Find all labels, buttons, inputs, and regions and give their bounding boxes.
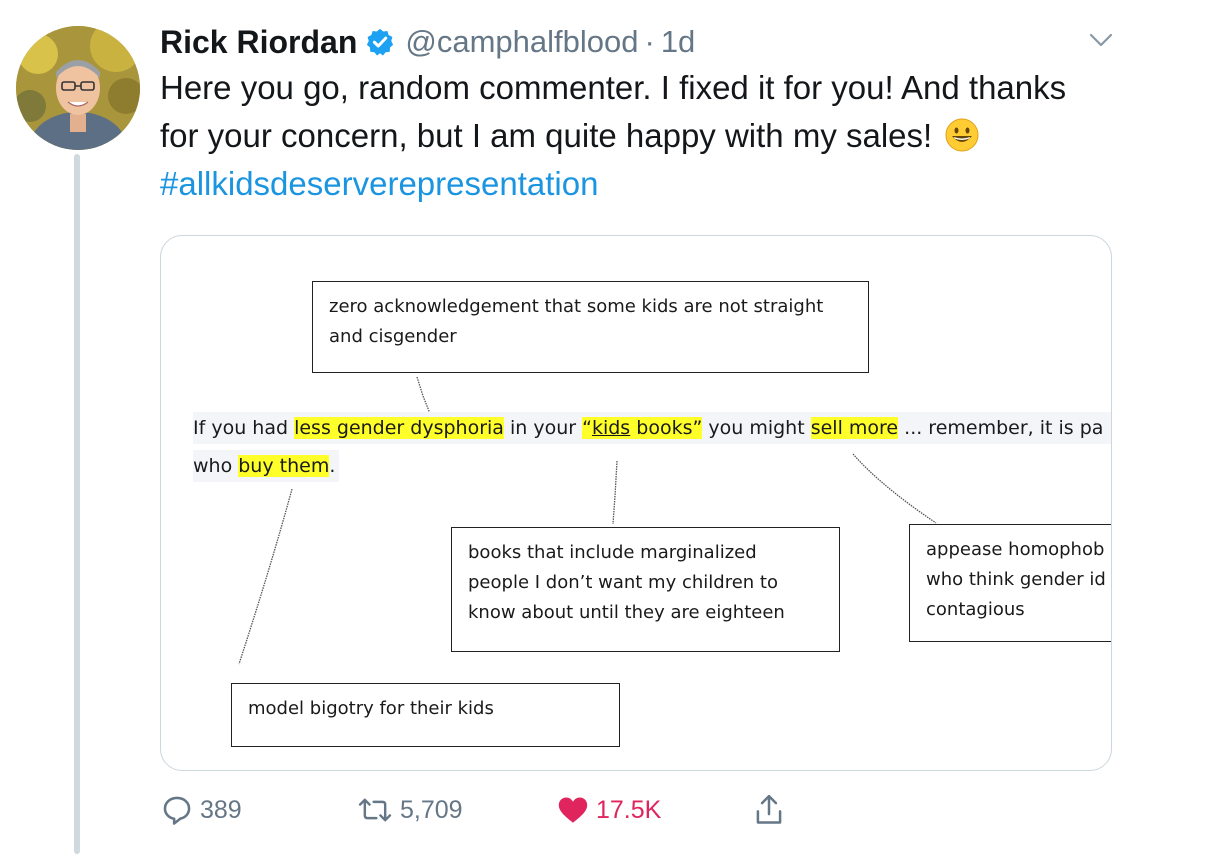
quote-text: If you had <box>193 417 295 439</box>
like-button[interactable]: 17.5K <box>556 788 661 832</box>
author-handle[interactable]: @camphalfblood <box>405 24 638 60</box>
tweet-text: Here you go, random commenter. I fixed i… <box>160 69 1067 154</box>
tweet-header: Rick Riordan @camphalfblood · 1d <box>160 20 695 64</box>
tweet-image[interactable]: zero acknowledgement that some kids are … <box>160 235 1112 771</box>
avatar[interactable] <box>16 26 140 150</box>
tweet-body: Here you go, random commenter. I fixed i… <box>160 64 1090 208</box>
quote-text: you might <box>702 417 811 439</box>
underlined-kids: kids <box>591 417 631 439</box>
highlight-sell-more: sell more <box>810 417 899 439</box>
like-count: 17.5K <box>596 795 662 824</box>
retweet-button[interactable]: 5,709 <box>356 788 463 832</box>
quote-text: who <box>193 455 239 477</box>
quote-text: books” <box>630 417 703 439</box>
note-appease: appease homophob who think gender id con… <box>909 524 1111 642</box>
share-button[interactable] <box>752 788 792 832</box>
share-icon <box>756 794 782 824</box>
tweet-timestamp[interactable]: 1d <box>661 24 695 60</box>
note-books-marginalized: books that include marginalized people I… <box>451 527 840 652</box>
tweet-actions: 389 5,709 17.5K <box>160 788 860 832</box>
quoted-comment-line2: who buy them. <box>193 450 340 482</box>
reply-button[interactable]: 389 <box>160 788 242 832</box>
reply-icon <box>163 796 191 825</box>
chevron-down-icon[interactable] <box>1088 30 1114 50</box>
quote-mark: “ <box>582 417 592 439</box>
separator-dot: · <box>644 24 655 59</box>
hashtag-link[interactable]: #allkidsdeserverepresentation <box>160 165 598 202</box>
note-zero-acknowledgement: zero acknowledgement that some kids are … <box>312 281 869 373</box>
quoted-comment-line1: If you had less gender dysphoria in your… <box>193 412 1111 444</box>
quote-text: ... remember, it is pa <box>898 417 1104 439</box>
verified-badge-icon <box>365 27 395 57</box>
heart-icon <box>558 797 588 823</box>
reply-count: 389 <box>200 795 242 824</box>
thread-line <box>74 154 80 854</box>
highlight-kids-books: “kids books” <box>582 417 703 439</box>
retweet-icon <box>358 798 392 822</box>
highlight-buy-them: buy them <box>238 455 330 477</box>
highlight-gender-dysphoria: less gender dysphoria <box>294 417 504 439</box>
author-name[interactable]: Rick Riordan <box>160 24 357 61</box>
note-model-bigotry: model bigotry for their kids <box>231 683 620 747</box>
quote-text: in your <box>503 417 583 439</box>
retweet-count: 5,709 <box>400 795 463 824</box>
quote-text: . <box>329 455 336 477</box>
grinning-face-emoji-icon <box>945 117 979 152</box>
